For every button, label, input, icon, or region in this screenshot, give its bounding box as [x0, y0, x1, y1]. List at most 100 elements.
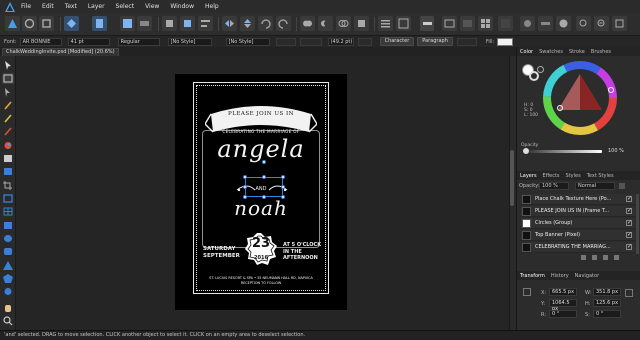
- layers-scrollbar[interactable]: [636, 194, 639, 254]
- date-day-text[interactable]: 23: [244, 236, 278, 251]
- zoom-in-button[interactable]: [594, 16, 609, 31]
- character-panel-button[interactable]: Character: [379, 37, 415, 46]
- arrange-forward-button[interactable]: [180, 16, 195, 31]
- grid-view-button[interactable]: [478, 16, 493, 31]
- opacity-value[interactable]: 100 %: [608, 148, 624, 154]
- blend-mode-select[interactable]: Normal: [575, 182, 615, 190]
- ellipse-tool-icon[interactable]: [2, 233, 14, 244]
- shape-tool-icon[interactable]: [2, 286, 14, 297]
- h-field[interactable]: 125.6 px: [593, 299, 621, 307]
- preview-button[interactable]: [460, 16, 475, 31]
- leading-field[interactable]: (49.2 pt): [327, 37, 354, 46]
- assistant-button[interactable]: [520, 16, 535, 31]
- tab-stroke[interactable]: Stroke: [566, 49, 588, 55]
- frame-text-tool-icon[interactable]: [2, 193, 14, 204]
- layer-row[interactable]: Place Chalk Texture Here (Po...: [521, 194, 635, 205]
- x-field[interactable]: 665.5 px: [549, 288, 577, 296]
- menu-file[interactable]: File: [21, 3, 31, 10]
- selection-handle-top[interactable]: [262, 175, 266, 179]
- rotate-handle[interactable]: [262, 160, 266, 164]
- view-mode-button[interactable]: [442, 16, 457, 31]
- y-field[interactable]: 1064.5 px: [549, 299, 577, 312]
- selection-handle-tl[interactable]: [243, 175, 247, 179]
- fill-tool-icon[interactable]: [2, 140, 14, 151]
- rotation-field[interactable]: 0 °: [549, 310, 577, 318]
- wedding-invite-page[interactable]: PLEASE JOIN US IN CELEBRATING THE MARRIA…: [175, 74, 347, 310]
- menu-view[interactable]: View: [145, 3, 159, 10]
- paragraph-style-select[interactable]: [No Style]: [225, 37, 270, 46]
- rounded-rect-tool-icon[interactable]: [2, 246, 14, 257]
- pages-button[interactable]: [92, 16, 107, 31]
- opacity-slider-knob[interactable]: [523, 148, 529, 154]
- menu-help[interactable]: Help: [205, 3, 219, 10]
- layer-name[interactable]: PLEASE JOIN US IN (Frame T...: [535, 208, 626, 214]
- add-group-icon[interactable]: [592, 255, 597, 260]
- mask-icon[interactable]: [603, 255, 608, 260]
- layer-visibility-checkbox[interactable]: [626, 195, 632, 202]
- layer-row[interactable]: Top Banner (Pixel): [521, 230, 635, 241]
- tab-navigator[interactable]: Navigator: [572, 273, 602, 279]
- layer-row[interactable]: PLEASE JOIN US IN (Frame T...: [521, 206, 635, 217]
- bride-name-text[interactable]: angela: [175, 135, 347, 163]
- hand-tool-icon[interactable]: [2, 302, 14, 313]
- add-layer-icon[interactable]: [581, 255, 586, 260]
- publisher-persona-button[interactable]: [5, 16, 20, 31]
- tab-brushes[interactable]: Brushes: [588, 49, 614, 55]
- edit-mode-button[interactable]: [498, 16, 513, 31]
- address-line-1[interactable]: ST. LUCIUS RESORT & SPA • 35 NEUMANN HAL…: [175, 276, 347, 280]
- layer-row[interactable]: Circles (Group): [521, 218, 635, 229]
- day-of-week-text[interactable]: SATURDAY: [203, 246, 247, 253]
- text-frame-button[interactable]: [456, 37, 477, 46]
- boolean-intersect-button[interactable]: [336, 16, 351, 31]
- photo-persona-button[interactable]: [22, 16, 37, 31]
- anchor-point-selector[interactable]: [523, 288, 531, 296]
- zoom-out-button[interactable]: [576, 16, 591, 31]
- opacity-slider[interactable]: [527, 150, 602, 153]
- boolean-subtract-button[interactable]: [318, 16, 333, 31]
- lock-aspect-icon[interactable]: [625, 289, 633, 297]
- please-join-text[interactable]: PLEASE JOIN US IN: [175, 111, 347, 117]
- flip-vertical-button[interactable]: [240, 16, 255, 31]
- font-size-field[interactable]: 41 pt: [67, 37, 110, 46]
- tab-effects[interactable]: Effects: [540, 173, 563, 179]
- place-image-tool-icon[interactable]: [2, 166, 14, 177]
- color-picker-button[interactable]: [556, 16, 571, 31]
- date-year-text[interactable]: 2016: [244, 255, 278, 261]
- layers-opacity-field[interactable]: 100 %: [539, 182, 569, 190]
- tab-history[interactable]: History: [548, 273, 572, 279]
- menu-text[interactable]: Text: [65, 3, 77, 10]
- font-weight-select[interactable]: Regular: [117, 37, 160, 46]
- selection-box[interactable]: [245, 177, 283, 197]
- time-line-3[interactable]: AFTERNOON: [283, 255, 323, 262]
- stroke-color-circle[interactable]: [529, 71, 539, 81]
- layer-name[interactable]: Place Chalk Texture Here (Po...: [535, 196, 626, 202]
- artistic-text-tool-icon[interactable]: [2, 73, 14, 84]
- tab-transform[interactable]: Transform: [517, 273, 548, 279]
- triangle-tool-icon[interactable]: [2, 260, 14, 271]
- tab-text-styles[interactable]: Text Styles: [584, 173, 617, 179]
- boolean-xor-button[interactable]: [354, 16, 369, 31]
- polygon-tool-icon[interactable]: [2, 273, 14, 284]
- address-line-2[interactable]: RECEPTION TO FOLLOW: [175, 281, 347, 285]
- color-wheel[interactable]: [542, 60, 618, 136]
- move-tool-icon[interactable]: [2, 60, 14, 71]
- arrange-back-button[interactable]: [162, 16, 177, 31]
- delete-layer-icon[interactable]: [614, 255, 619, 260]
- menu-edit[interactable]: Edit: [42, 3, 54, 10]
- pen-tool-icon[interactable]: [2, 100, 14, 111]
- transparency-tool-icon[interactable]: [2, 153, 14, 164]
- case-buttons[interactable]: [299, 37, 322, 46]
- designer-persona-button[interactable]: [39, 16, 54, 31]
- rotate-left-button[interactable]: [258, 16, 273, 31]
- menu-select[interactable]: Select: [116, 3, 135, 10]
- groom-name-text[interactable]: noah: [175, 196, 347, 220]
- crop-tool-icon[interactable]: [2, 180, 14, 191]
- layer-options-icon[interactable]: [619, 183, 625, 189]
- layer-row[interactable]: CELEBRATING THE MARRIAG...: [521, 242, 635, 253]
- mode-button[interactable]: [420, 16, 434, 31]
- layer-visibility-checkbox[interactable]: [626, 243, 632, 250]
- selection-handle-right[interactable]: [281, 185, 285, 189]
- preflight-button[interactable]: [120, 16, 135, 31]
- time-line-1[interactable]: AT 5 O'CLOCK: [283, 242, 323, 249]
- node-tool-icon[interactable]: [2, 87, 14, 98]
